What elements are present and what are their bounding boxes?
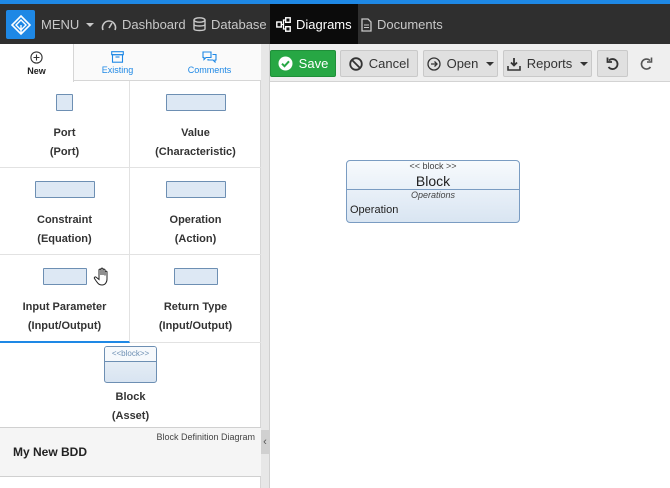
redo-button[interactable] [631, 50, 662, 77]
reports-label: Reports [526, 56, 573, 71]
top-navbar: MENU Dashboard Database Diagrams Documen… [0, 0, 670, 44]
tab-label: Comments [187, 64, 232, 75]
arrow-circle-right-icon [426, 56, 441, 71]
check-circle-icon [278, 56, 293, 71]
download-icon [506, 57, 521, 71]
comments-icon [202, 50, 217, 63]
block-stereotype: <<block>> [105, 347, 156, 362]
plus-circle-icon [30, 50, 43, 64]
palette-item-type: (Equation) [37, 233, 92, 245]
nav-item-label: Database [211, 17, 267, 32]
open-button[interactable]: Open [423, 50, 498, 77]
diagram-toolbar: Save Cancel Open Reports [270, 44, 670, 82]
constraint-shape [34, 181, 95, 198]
operation-shape [165, 181, 226, 198]
diagram-icon [276, 16, 291, 32]
palette-item-name: Constraint [37, 214, 92, 226]
undo-button[interactable] [597, 50, 628, 77]
nav-item-dashboard[interactable]: Dashboard [101, 8, 186, 41]
tab-label: Existing [101, 64, 134, 75]
save-button[interactable]: Save [270, 50, 336, 77]
chevron-left-icon: ‹ [263, 436, 267, 448]
reports-button[interactable]: Reports [503, 50, 592, 77]
sidebar-tabs: New Existing Comments [0, 44, 261, 82]
palette-item-name: Operation [169, 214, 222, 226]
input-parameter-shape [42, 268, 87, 285]
menu-label: MENU [41, 17, 80, 32]
palette-item-return-type[interactable]: Return Type (Input/Output) [130, 255, 261, 343]
palette-item-name: Port [53, 127, 76, 139]
tab-new[interactable]: New [0, 44, 74, 82]
tab-label: New [27, 65, 46, 76]
archive-icon [111, 50, 124, 63]
nav-item-database[interactable]: Database [193, 8, 267, 41]
menu-button[interactable]: MENU [41, 8, 95, 41]
nav-item-documents[interactable]: Documents [361, 8, 443, 41]
chevron-down-icon [486, 61, 495, 66]
diagram-type-label: Block Definition Diagram [156, 432, 255, 442]
palette-item-operation[interactable]: Operation (Action) [130, 168, 261, 255]
palette-item-constraint[interactable]: Constraint (Equation) [0, 168, 130, 255]
save-label: Save [298, 56, 329, 71]
port-shape [56, 94, 73, 111]
palette-item-block[interactable]: <<block>> Block (Asset) [0, 343, 261, 427]
palette-item-name: Input Parameter [22, 301, 107, 313]
diagram-title: My New BDD [13, 445, 88, 459]
palette-item-type: (Characteristic) [155, 146, 236, 158]
ban-icon [349, 56, 363, 71]
return-type-shape [173, 268, 218, 285]
palette-item-type: (Action) [174, 233, 217, 245]
open-label: Open [446, 56, 479, 71]
hand-cursor-icon [93, 267, 108, 286]
tab-existing[interactable]: Existing [80, 44, 155, 81]
undo-icon [606, 57, 619, 70]
cancel-button[interactable]: Cancel [340, 50, 418, 77]
diagram-info-bar[interactable]: Block Definition Diagram My New BDD [0, 427, 261, 477]
panel-splitter[interactable]: ‹ [261, 44, 270, 488]
block-stereotype: << block >> [409, 161, 457, 171]
redo-icon [640, 57, 653, 70]
palette-item-type: (Port) [49, 146, 80, 158]
palette-item-type: (Input/Output) [158, 320, 233, 332]
palette-item-name: Return Type [163, 301, 228, 313]
block-compartment-title: Operations [410, 190, 456, 200]
palette-item-name: Block [115, 391, 146, 403]
database-icon [193, 17, 206, 32]
document-icon [361, 17, 372, 32]
block-element[interactable]: << block >> Block Operations Operation [346, 160, 520, 223]
diagram-canvas[interactable]: << block >> Block Operations Operation [270, 82, 670, 488]
nav-item-label: Diagrams [296, 16, 352, 32]
nav-item-label: Dashboard [122, 17, 186, 32]
left-panel: New Existing Comments Port (Port) Value … [0, 44, 261, 488]
palette-item-type: (Input/Output) [27, 320, 102, 332]
tab-comments[interactable]: Comments [172, 44, 247, 81]
chevron-down-icon [86, 22, 95, 27]
block-shape: <<block>> [104, 346, 157, 383]
palette-item-value[interactable]: Value (Characteristic) [130, 81, 261, 168]
chevron-down-icon [580, 61, 589, 66]
palette-item-type: (Asset) [111, 410, 150, 422]
nav-item-diagrams[interactable]: Diagrams [270, 4, 358, 44]
dashboard-icon [101, 19, 117, 30]
value-shape [165, 94, 226, 111]
cancel-label: Cancel [368, 56, 410, 71]
nav-item-label: Documents [377, 17, 443, 32]
palette-item-port[interactable]: Port (Port) [0, 81, 130, 168]
collapse-panel-button[interactable]: ‹ [261, 430, 269, 454]
app-logo-icon[interactable] [6, 10, 35, 39]
block-operation[interactable]: Operation [350, 204, 398, 216]
block-name[interactable]: Block [347, 173, 519, 189]
palette-item-name: Value [181, 127, 210, 139]
